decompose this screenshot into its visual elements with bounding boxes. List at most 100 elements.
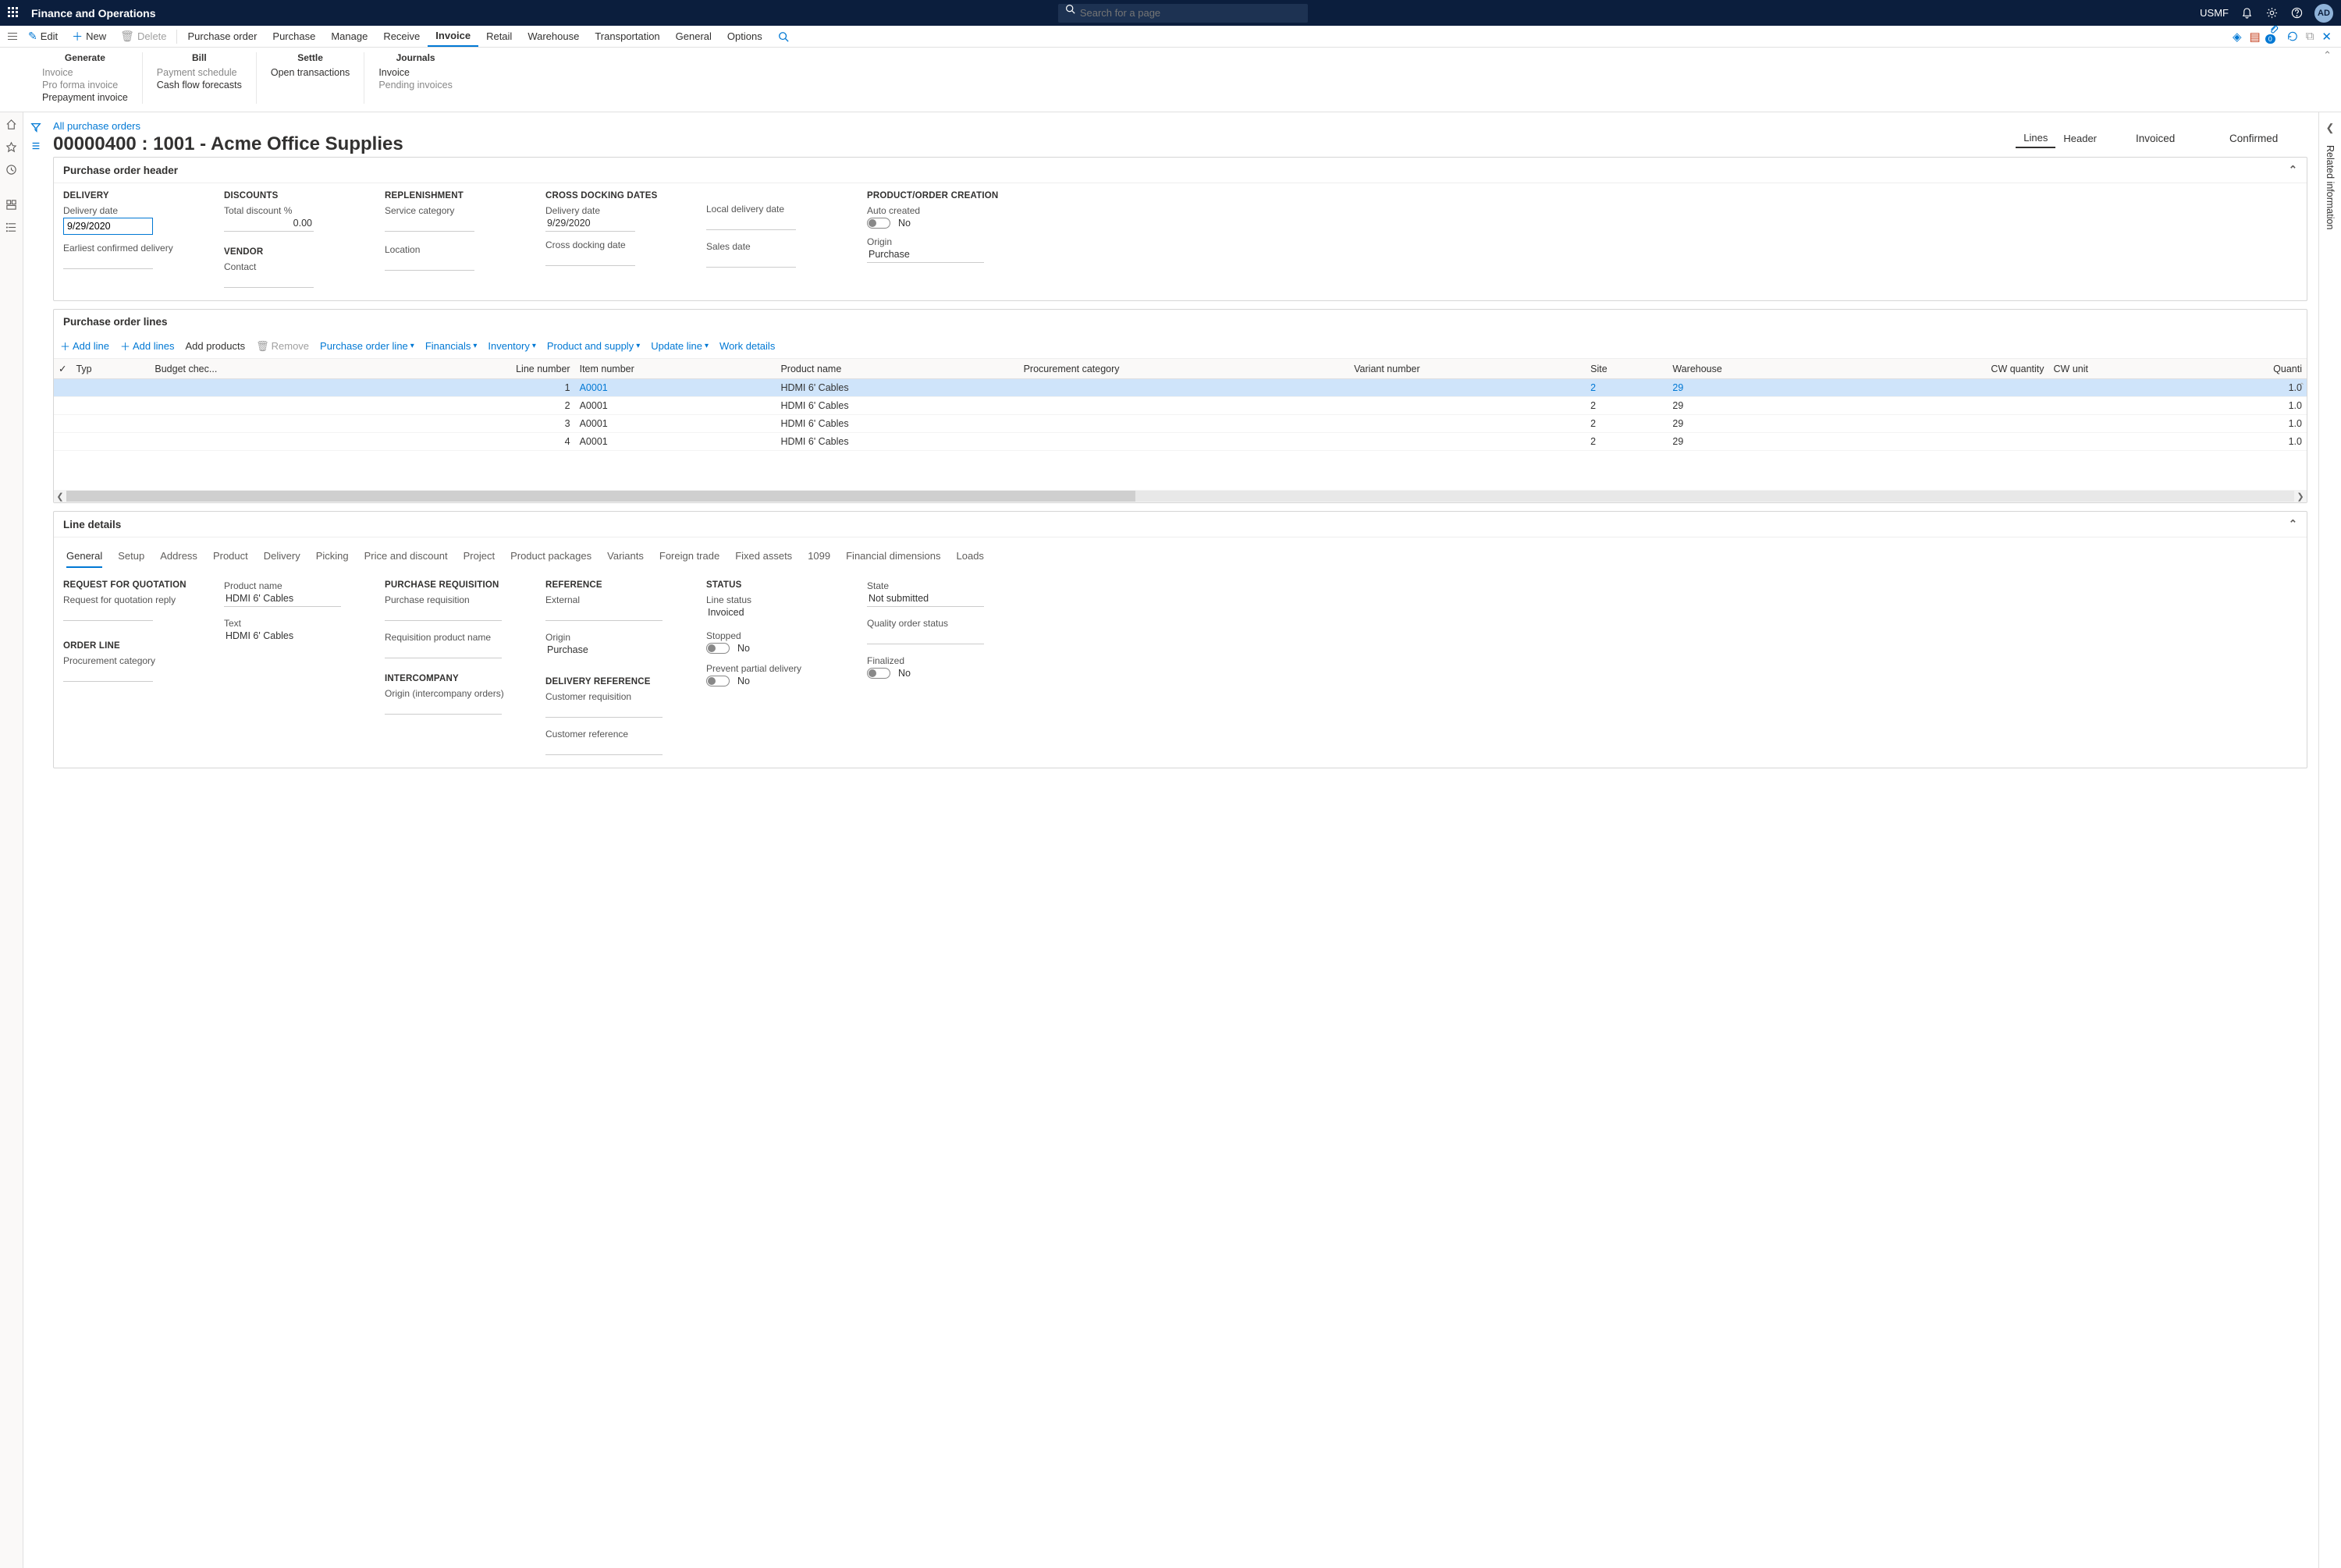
global-search-input[interactable] — [1058, 4, 1308, 23]
edit-button[interactable]: ✎Edit — [22, 26, 64, 47]
delivery-date-input[interactable] — [63, 218, 153, 235]
contact-value[interactable] — [224, 274, 314, 288]
update-line-menu[interactable]: Update line ▾ — [651, 339, 709, 353]
table-row[interactable]: 4A0001HDMI 6' Cables2291.0 — [54, 433, 2307, 451]
product-name-value[interactable]: HDMI 6' Cables — [224, 593, 341, 607]
col-cw-quantity[interactable]: CW quantity — [1853, 359, 2048, 379]
ld-tab-product[interactable]: Product — [213, 550, 248, 568]
ld-tab-project[interactable]: Project — [464, 550, 495, 568]
origin-value[interactable]: Purchase — [867, 249, 984, 263]
power-apps-icon[interactable]: ◈ — [2233, 30, 2242, 44]
scroll-left-icon[interactable]: ❮ — [54, 491, 66, 502]
col-procurement-category[interactable]: Procurement category — [1019, 359, 1350, 379]
ld-tab-1099[interactable]: 1099 — [808, 550, 830, 568]
office-icon[interactable]: ▤ — [2250, 30, 2261, 44]
rpn-value[interactable] — [385, 644, 502, 658]
notification-icon[interactable] — [2240, 6, 2254, 20]
ld-tab-fixed-assets[interactable]: Fixed assets — [735, 550, 792, 568]
help-icon[interactable] — [2289, 6, 2304, 20]
col-line-number[interactable]: Line number — [375, 359, 575, 379]
po-line-menu[interactable]: Purchase order line ▾ — [320, 339, 414, 353]
rfq-reply-value[interactable] — [63, 607, 153, 621]
cd-delivery-date-value[interactable]: 9/29/2020 — [545, 218, 635, 232]
tab-warehouse[interactable]: Warehouse — [520, 26, 587, 47]
close-icon[interactable]: ✕ — [2321, 30, 2332, 44]
ld-tab-loads[interactable]: Loads — [957, 550, 984, 568]
home-icon[interactable] — [5, 119, 17, 130]
po-lines-section[interactable]: Purchase order lines — [54, 310, 2307, 334]
search-action-icon[interactable] — [778, 31, 789, 42]
add-products-button[interactable]: Add products — [186, 339, 246, 353]
service-category-value[interactable] — [385, 218, 474, 232]
work-details-button[interactable]: Work details — [719, 339, 775, 353]
cross-dock-date-value[interactable] — [545, 252, 635, 266]
ld-tab-delivery[interactable]: Delivery — [264, 550, 300, 568]
breadcrumb[interactable]: All purchase orders — [53, 120, 403, 132]
tab-purchase-order[interactable]: Purchase order — [180, 26, 265, 47]
nav-menu-icon[interactable] — [5, 30, 20, 43]
inventory-menu[interactable]: Inventory ▾ — [488, 339, 536, 353]
stopped-toggle[interactable] — [706, 643, 730, 654]
add-lines-button[interactable]: ＋Add lines — [120, 339, 175, 353]
col-variant-number[interactable]: Variant number — [1349, 359, 1586, 379]
ld-tab-foreign-trade[interactable]: Foreign trade — [659, 550, 719, 568]
ic-origin-value[interactable] — [385, 701, 502, 715]
ribbon-item-cash-flow-forecasts[interactable]: Cash flow forecasts — [157, 79, 242, 91]
app-launcher-icon[interactable] — [8, 7, 20, 20]
line-status-value[interactable]: Invoiced — [706, 607, 823, 621]
remove-button[interactable]: 🗑 Remove — [256, 339, 309, 353]
filter-icon[interactable] — [30, 122, 41, 133]
ld-tab-financial-dimensions[interactable]: Financial dimensions — [846, 550, 940, 568]
external-value[interactable] — [545, 607, 663, 621]
tab-transportation[interactable]: Transportation — [587, 26, 667, 47]
tab-general[interactable]: General — [668, 26, 719, 47]
col-typ[interactable]: Typ — [71, 359, 150, 379]
col-select[interactable]: ✓ — [54, 359, 71, 379]
lines-view-tab[interactable]: Lines — [2016, 129, 2055, 148]
settings-icon[interactable] — [2265, 6, 2279, 20]
header-view-tab[interactable]: Header — [2055, 129, 2105, 147]
ribbon-item-open-transactions[interactable]: Open transactions — [271, 66, 350, 79]
refresh-icon[interactable] — [2287, 31, 2298, 42]
earliest-confirmed-value[interactable] — [63, 255, 153, 269]
modules-icon[interactable] — [5, 222, 17, 233]
recent-icon[interactable] — [5, 164, 17, 176]
ribbon-item-invoice[interactable]: Invoice — [378, 66, 453, 79]
ld-tab-product-packages[interactable]: Product packages — [510, 550, 591, 568]
company-code[interactable]: USMF — [2200, 7, 2229, 19]
ref-origin-value[interactable]: Purchase — [545, 644, 663, 658]
tab-options[interactable]: Options — [719, 26, 770, 47]
col-warehouse[interactable]: Warehouse — [1668, 359, 1853, 379]
table-row[interactable]: 3A0001HDMI 6' Cables2291.0 — [54, 415, 2307, 433]
tab-retail[interactable]: Retail — [478, 26, 520, 47]
select-all-checkbox[interactable]: ✓ — [59, 364, 66, 374]
ld-tab-price-and-discount[interactable]: Price and discount — [364, 550, 448, 568]
prevent-toggle[interactable] — [706, 676, 730, 686]
favorites-icon[interactable] — [5, 141, 17, 153]
po-header-section[interactable]: Purchase order header ⌃ — [54, 158, 2307, 183]
auto-created-toggle[interactable] — [867, 218, 890, 229]
location-value[interactable] — [385, 257, 474, 271]
delete-button[interactable]: 🗑Delete — [114, 26, 172, 47]
proc-category-value[interactable] — [63, 668, 153, 682]
pr-value[interactable] — [385, 607, 502, 621]
cust-ref-value[interactable] — [545, 741, 663, 755]
list-toggle-icon[interactable] — [30, 140, 41, 151]
ld-tab-variants[interactable]: Variants — [607, 550, 644, 568]
horizontal-scrollbar[interactable]: ❮ ❯ — [54, 490, 2307, 502]
popout-icon[interactable]: ⧉ — [2306, 30, 2314, 43]
col-site[interactable]: Site — [1586, 359, 1668, 379]
tab-purchase[interactable]: Purchase — [265, 26, 323, 47]
col-product-name[interactable]: Product name — [776, 359, 1018, 379]
new-button[interactable]: ＋New — [66, 26, 112, 47]
ribbon-collapse-icon[interactable]: ⌃ — [2323, 49, 2332, 62]
col-budget-chec-[interactable]: Budget chec... — [150, 359, 375, 379]
add-line-button[interactable]: ＋Add line — [60, 339, 109, 353]
cust-req-value[interactable] — [545, 704, 663, 718]
finalized-toggle[interactable] — [867, 668, 890, 679]
tab-manage[interactable]: Manage — [323, 26, 375, 47]
related-info-label[interactable]: Related information — [2325, 145, 2336, 229]
financials-menu[interactable]: Financials ▾ — [425, 339, 478, 353]
ld-tab-setup[interactable]: Setup — [118, 550, 144, 568]
ld-tab-picking[interactable]: Picking — [316, 550, 349, 568]
